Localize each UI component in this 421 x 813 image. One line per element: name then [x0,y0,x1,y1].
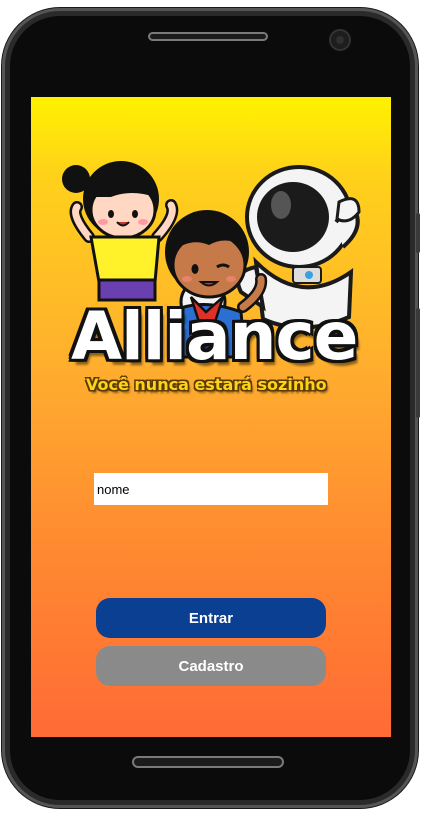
app-tagline: Você nunca estará sozinho [86,375,327,394]
app-screen: Alliance Você nunca estará sozinho Entra… [31,97,391,737]
power-button [416,308,420,418]
bottom-speaker [132,756,284,768]
app-logo: Alliance [71,298,358,375]
name-input[interactable] [94,473,328,505]
front-camera [329,29,351,51]
earpiece-speaker [148,32,268,41]
register-button[interactable]: Cadastro [96,646,326,686]
enter-button[interactable]: Entrar [96,598,326,638]
volume-button [416,213,420,253]
girl-character [62,161,179,302]
